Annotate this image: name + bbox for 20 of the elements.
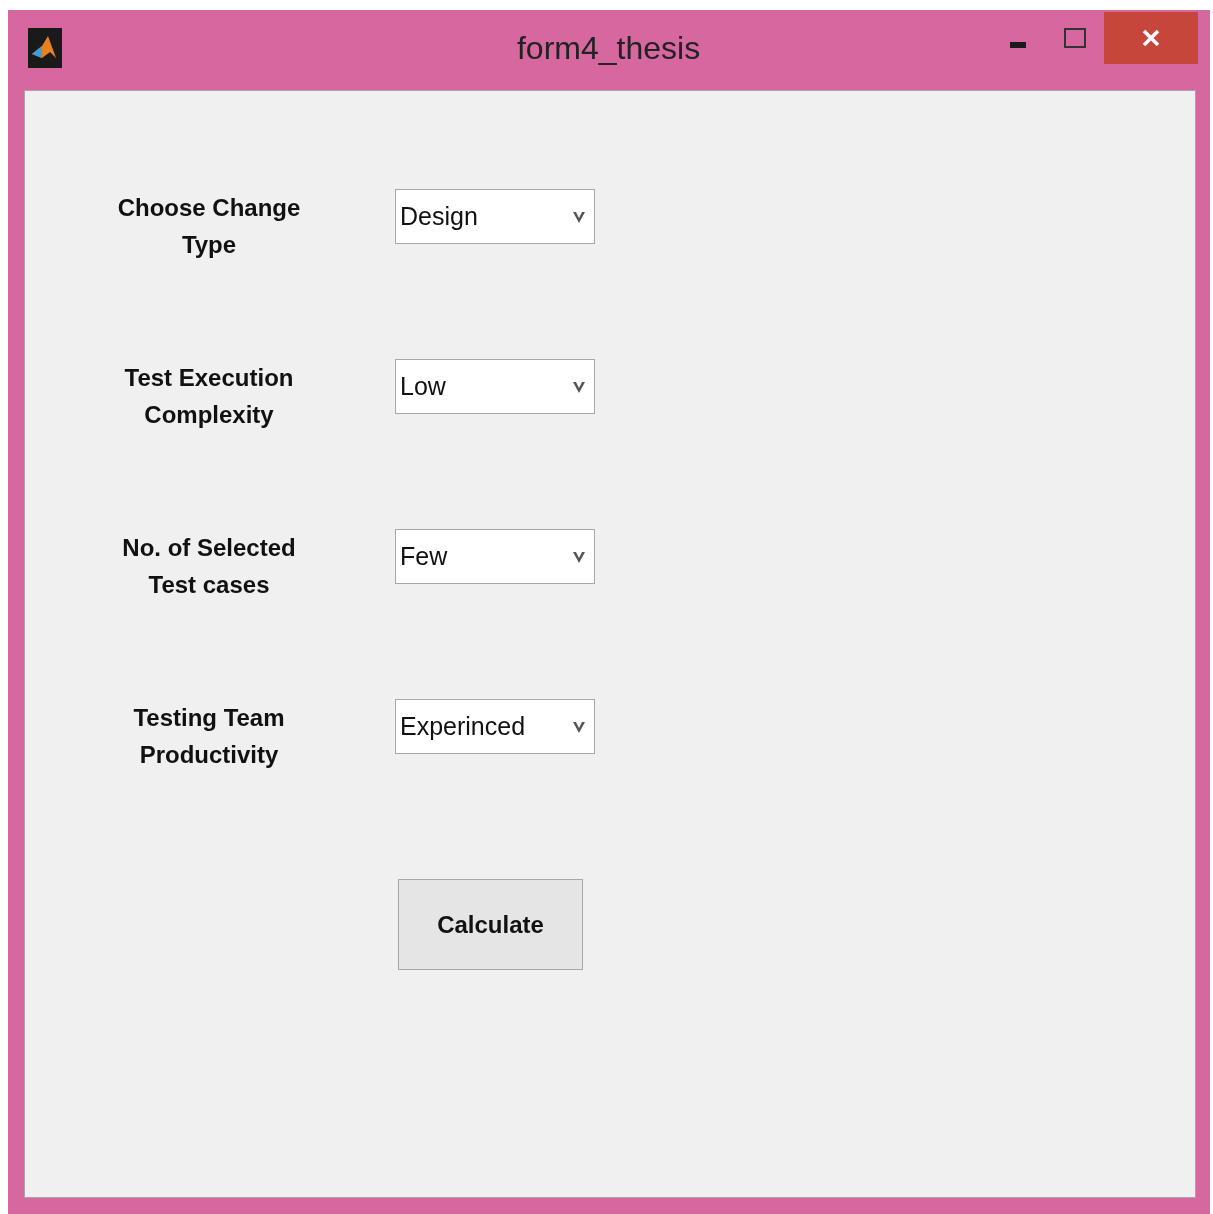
chevron-down-icon: [572, 379, 586, 394]
chevron-down-icon: [572, 209, 586, 224]
close-icon: [1142, 29, 1160, 47]
field-label: Choose Change Type: [116, 193, 302, 260]
field-label: Test Execution Complexity: [123, 363, 295, 430]
close-button[interactable]: [1104, 12, 1198, 64]
dropdown[interactable]: Experinced: [395, 699, 595, 754]
maximize-icon: [1064, 28, 1086, 48]
dropdown[interactable]: Low: [395, 359, 595, 414]
field-label: Testing Team Productivity: [132, 703, 286, 770]
maximize-button[interactable]: [1064, 28, 1086, 48]
chevron-down-icon: [572, 549, 586, 564]
app-icon: [28, 28, 62, 68]
chevron-down-icon: [572, 719, 586, 734]
dropdown[interactable]: Design: [395, 189, 595, 244]
dropdown[interactable]: Few: [395, 529, 595, 584]
window-title: form4_thesis: [515, 30, 701, 67]
calculate-button[interactable]: Calculate: [398, 879, 583, 970]
minimize-icon: [1010, 42, 1026, 48]
field-label: No. of Selected Test cases: [121, 533, 297, 600]
